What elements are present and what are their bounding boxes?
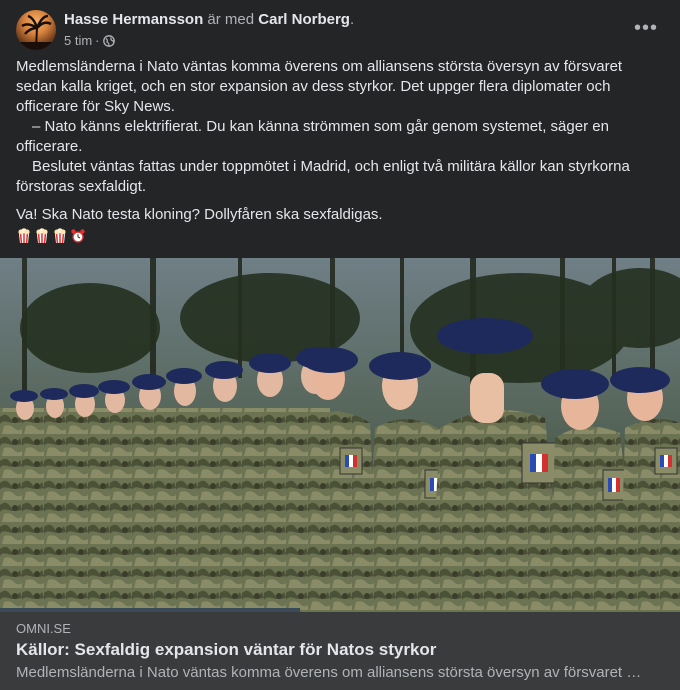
popcorn-icon xyxy=(34,228,50,244)
more-options-icon[interactable]: ••• xyxy=(628,14,664,42)
post-timestamp[interactable]: 5 tim xyxy=(64,33,92,48)
facebook-post: Hasse Hermansson är med Carl Norberg. 5 … xyxy=(0,0,680,690)
author-line: Hasse Hermansson är med Carl Norberg. xyxy=(64,11,354,28)
link-domain: OMNI.SE xyxy=(16,621,71,636)
alarm-clock-icon xyxy=(70,228,86,244)
more-glyph: ••• xyxy=(633,16,658,39)
post-header: Hasse Hermansson är med Carl Norberg. 5 … xyxy=(16,10,664,50)
post-photo[interactable] xyxy=(0,258,680,612)
author-name[interactable]: Hasse Hermansson xyxy=(64,11,203,28)
meta-separator: · xyxy=(95,33,100,48)
post-meta: 5 tim · xyxy=(64,33,115,48)
paragraph-3: Beslutet väntas fattas under toppmötet i… xyxy=(16,158,630,195)
emoji-row xyxy=(16,228,86,246)
link-description: Medlemsländerna i Nato väntas komma över… xyxy=(16,664,646,681)
popcorn-icon xyxy=(16,228,32,244)
with-text: är med xyxy=(207,11,255,28)
post-comment: Va! Ska Nato testa kloning? Dollyfåren s… xyxy=(16,206,383,223)
link-preview-card[interactable]: OMNI.SE Källor: Sexfaldig expansion vänt… xyxy=(0,612,680,690)
popcorn-icon xyxy=(52,228,68,244)
post-text: Medlemsländerna i Nato väntas komma över… xyxy=(16,57,666,225)
paragraph-1: Medlemsländerna i Nato väntas komma över… xyxy=(16,58,623,115)
tagged-suffix: . xyxy=(349,11,355,28)
paragraph-2: – Nato känns elektrifierat. Du kan känna… xyxy=(16,118,609,155)
link-title[interactable]: Källor: Sexfaldig expansion väntar för N… xyxy=(16,640,436,660)
soldiers-photo xyxy=(0,258,680,612)
globe-icon[interactable] xyxy=(102,34,115,47)
author-avatar[interactable] xyxy=(16,10,56,50)
palm-tree-icon xyxy=(16,14,56,50)
tagged-person[interactable]: Carl Norberg xyxy=(258,11,350,28)
